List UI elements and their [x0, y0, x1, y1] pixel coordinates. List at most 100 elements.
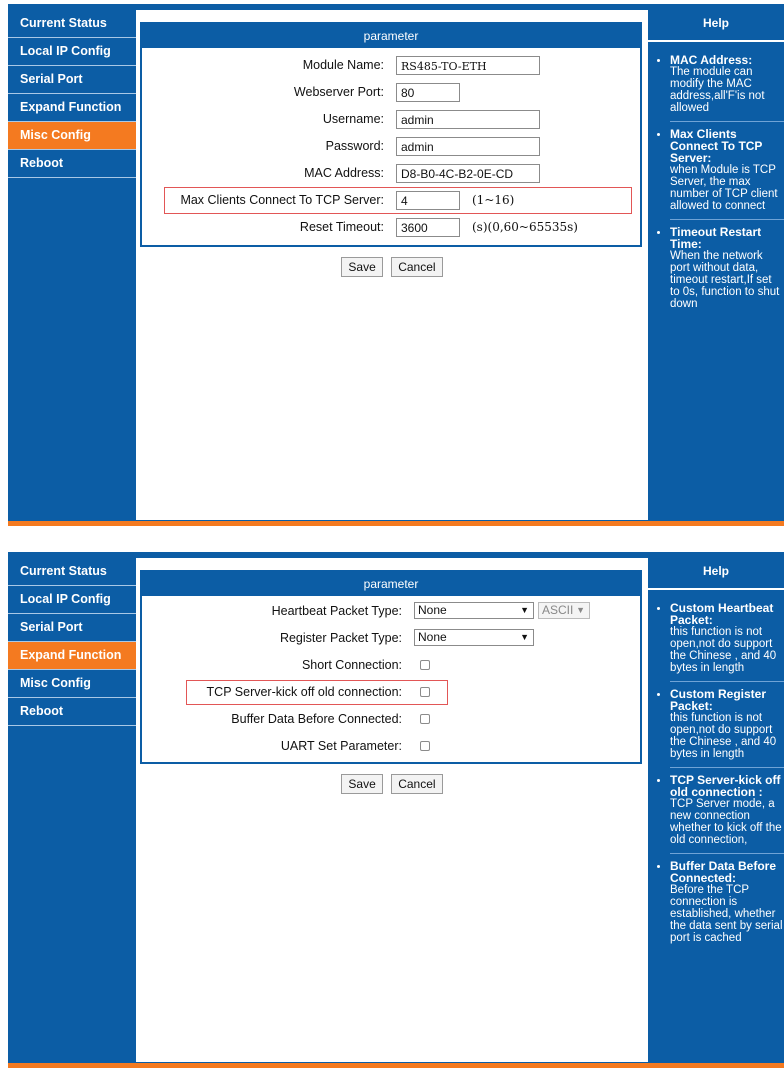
nav-expand-function[interactable]: Expand Function — [8, 94, 136, 122]
register-type-select[interactable]: None ▼ — [414, 629, 534, 646]
max-clients-hint: (1~16) — [472, 193, 515, 207]
dropdown-arrow-icon: ▼ — [520, 605, 529, 615]
kick-off-checkbox[interactable] — [420, 687, 430, 697]
misc-config-panel: Current Status Local IP Config Serial Po… — [8, 4, 784, 526]
main-content: parameter Module Name: RS485-TO-ETH Webs… — [140, 22, 644, 277]
help-item: Timeout Restart Time: When the network p… — [670, 219, 784, 310]
nav-current-status[interactable]: Current Status — [8, 10, 136, 38]
kick-off-label: TCP Server-kick off old connection: — [206, 685, 402, 699]
mac-address-row: MAC Address: D8-B0-4C-B2-0E-CD — [142, 160, 640, 187]
nav-reboot[interactable]: Reboot — [8, 150, 136, 178]
nav-misc-config[interactable]: Misc Config — [8, 670, 136, 698]
buffer-data-label: Buffer Data Before Connected: — [231, 712, 402, 726]
nav-local-ip-config[interactable]: Local IP Config — [8, 38, 136, 66]
nav-local-ip-config[interactable]: Local IP Config — [8, 586, 136, 614]
help-title: Help — [648, 558, 784, 590]
username-row: Username: admin — [142, 106, 640, 133]
help-item: Custom Heartbeat Packet: this function i… — [670, 602, 784, 674]
mac-address-label: MAC Address: — [304, 166, 384, 180]
nav-reboot[interactable]: Reboot — [8, 698, 136, 726]
webserver-port-label: Webserver Port: — [293, 85, 384, 99]
nav-misc-config[interactable]: Misc Config — [8, 122, 136, 150]
bottom-bar — [8, 1062, 784, 1068]
uart-set-label: UART Set Parameter: — [280, 739, 402, 753]
max-clients-row: Max Clients Connect To TCP Server: 4 (1~… — [142, 187, 640, 214]
short-connection-checkbox[interactable] — [420, 660, 430, 670]
max-clients-input[interactable]: 4 — [396, 191, 460, 210]
webserver-port-row: Webserver Port: 80 — [142, 79, 640, 106]
buffer-data-row: Buffer Data Before Connected: — [142, 706, 640, 733]
save-button[interactable]: Save — [341, 257, 383, 277]
username-input[interactable]: admin — [396, 110, 540, 129]
help-title: Help — [648, 10, 784, 42]
help-item-title: TCP Server-kick off old connection : — [670, 773, 781, 799]
dropdown-arrow-icon: ▼ — [520, 632, 529, 642]
heartbeat-type-value: None — [418, 603, 447, 617]
uart-set-row: UART Set Parameter: — [142, 733, 640, 760]
reset-timeout-row: Reset Timeout: 3600 (s)(0,60~65535s) — [142, 214, 640, 241]
short-connection-row: Short Connection: — [142, 652, 640, 679]
help-panel: Help Custom Heartbeat Packet: this funct… — [648, 558, 784, 1063]
help-panel: Help MAC Address: The module can modify … — [648, 10, 784, 521]
password-label: Password: — [325, 139, 384, 153]
heartbeat-label: Heartbeat Packet Type: — [271, 604, 402, 618]
nav-serial-port[interactable]: Serial Port — [8, 66, 136, 94]
nav-expand-function[interactable]: Expand Function — [8, 642, 136, 670]
help-item-text: When the network port without data, time… — [670, 250, 780, 310]
module-name-row: Module Name: RS485-TO-ETH — [142, 52, 640, 79]
help-item-title: Max Clients Connect To TCP Server: — [670, 127, 763, 165]
heartbeat-format-select[interactable]: ASCII ▼ — [538, 602, 590, 619]
help-list: MAC Address: The module can modify the M… — [648, 54, 784, 310]
register-type-value: None — [418, 630, 447, 644]
help-item: Custom Register Packet: this function is… — [670, 681, 784, 760]
webserver-port-input[interactable]: 80 — [396, 83, 460, 102]
password-input[interactable]: admin — [396, 137, 540, 156]
help-item-text: Before the TCP connection is established… — [670, 884, 783, 944]
save-button[interactable]: Save — [341, 774, 383, 794]
password-row: Password: admin — [142, 133, 640, 160]
kick-off-row: TCP Server-kick off old connection: — [142, 679, 640, 706]
heartbeat-type-select[interactable]: None ▼ — [414, 602, 534, 619]
help-item: MAC Address: The module can modify the M… — [670, 54, 784, 114]
help-item-title: Custom Register Packet: — [670, 687, 767, 713]
parameter-box: parameter Heartbeat Packet Type: None ▼ … — [140, 570, 642, 764]
help-item-title: Timeout Restart Time: — [670, 225, 762, 251]
nav-current-status[interactable]: Current Status — [8, 558, 136, 586]
username-label: Username: — [322, 112, 384, 126]
help-item-title: Custom Heartbeat Packet: — [670, 601, 774, 627]
nav-serial-port[interactable]: Serial Port — [8, 614, 136, 642]
buffer-data-checkbox[interactable] — [420, 714, 430, 724]
help-item-text: this function is not open,not do support… — [670, 626, 777, 674]
help-item-text: TCP Server mode, a new connection whethe… — [670, 798, 782, 846]
main-content: parameter Heartbeat Packet Type: None ▼ … — [140, 570, 644, 794]
cancel-button[interactable]: Cancel — [391, 257, 443, 277]
button-bar: Save Cancel — [140, 257, 644, 277]
reset-timeout-label: Reset Timeout: — [299, 220, 384, 234]
parameter-header: parameter — [142, 572, 640, 596]
register-label: Register Packet Type: — [279, 631, 402, 645]
heartbeat-row: Heartbeat Packet Type: None ▼ ASCII ▼ — [142, 598, 640, 625]
cancel-button[interactable]: Cancel — [391, 774, 443, 794]
parameter-box: parameter Module Name: RS485-TO-ETH Webs… — [140, 22, 642, 247]
sidebar: Current Status Local IP Config Serial Po… — [8, 558, 136, 1063]
help-item-title: MAC Address: — [670, 53, 753, 67]
help-item-text: The module can modify the MAC address,al… — [670, 66, 765, 114]
short-connection-label: Short Connection: — [301, 658, 402, 672]
heartbeat-format-value: ASCII — [542, 603, 574, 617]
dropdown-arrow-icon: ▼ — [576, 605, 585, 615]
help-item-text: this function is not open,not do support… — [670, 712, 777, 760]
help-item: Max Clients Connect To TCP Server: when … — [670, 121, 784, 212]
help-item-title: Buffer Data Before Connected: — [670, 859, 777, 885]
reset-timeout-hint: (s)(0,60~65535s) — [472, 220, 578, 234]
reset-timeout-input[interactable]: 3600 — [396, 218, 460, 237]
help-item-text: when Module is TCP Server, the max numbe… — [670, 164, 778, 212]
module-name-input[interactable]: RS485-TO-ETH — [396, 56, 540, 75]
max-clients-label: Max Clients Connect To TCP Server: — [180, 193, 384, 207]
sidebar: Current Status Local IP Config Serial Po… — [8, 10, 136, 521]
help-list: Custom Heartbeat Packet: this function i… — [648, 602, 784, 944]
help-item: Buffer Data Before Connected: Before the… — [670, 853, 784, 944]
parameter-header: parameter — [142, 24, 640, 48]
mac-address-input[interactable]: D8-B0-4C-B2-0E-CD — [396, 164, 540, 183]
uart-set-checkbox[interactable] — [420, 741, 430, 751]
help-item: TCP Server-kick off old connection : TCP… — [670, 767, 784, 846]
